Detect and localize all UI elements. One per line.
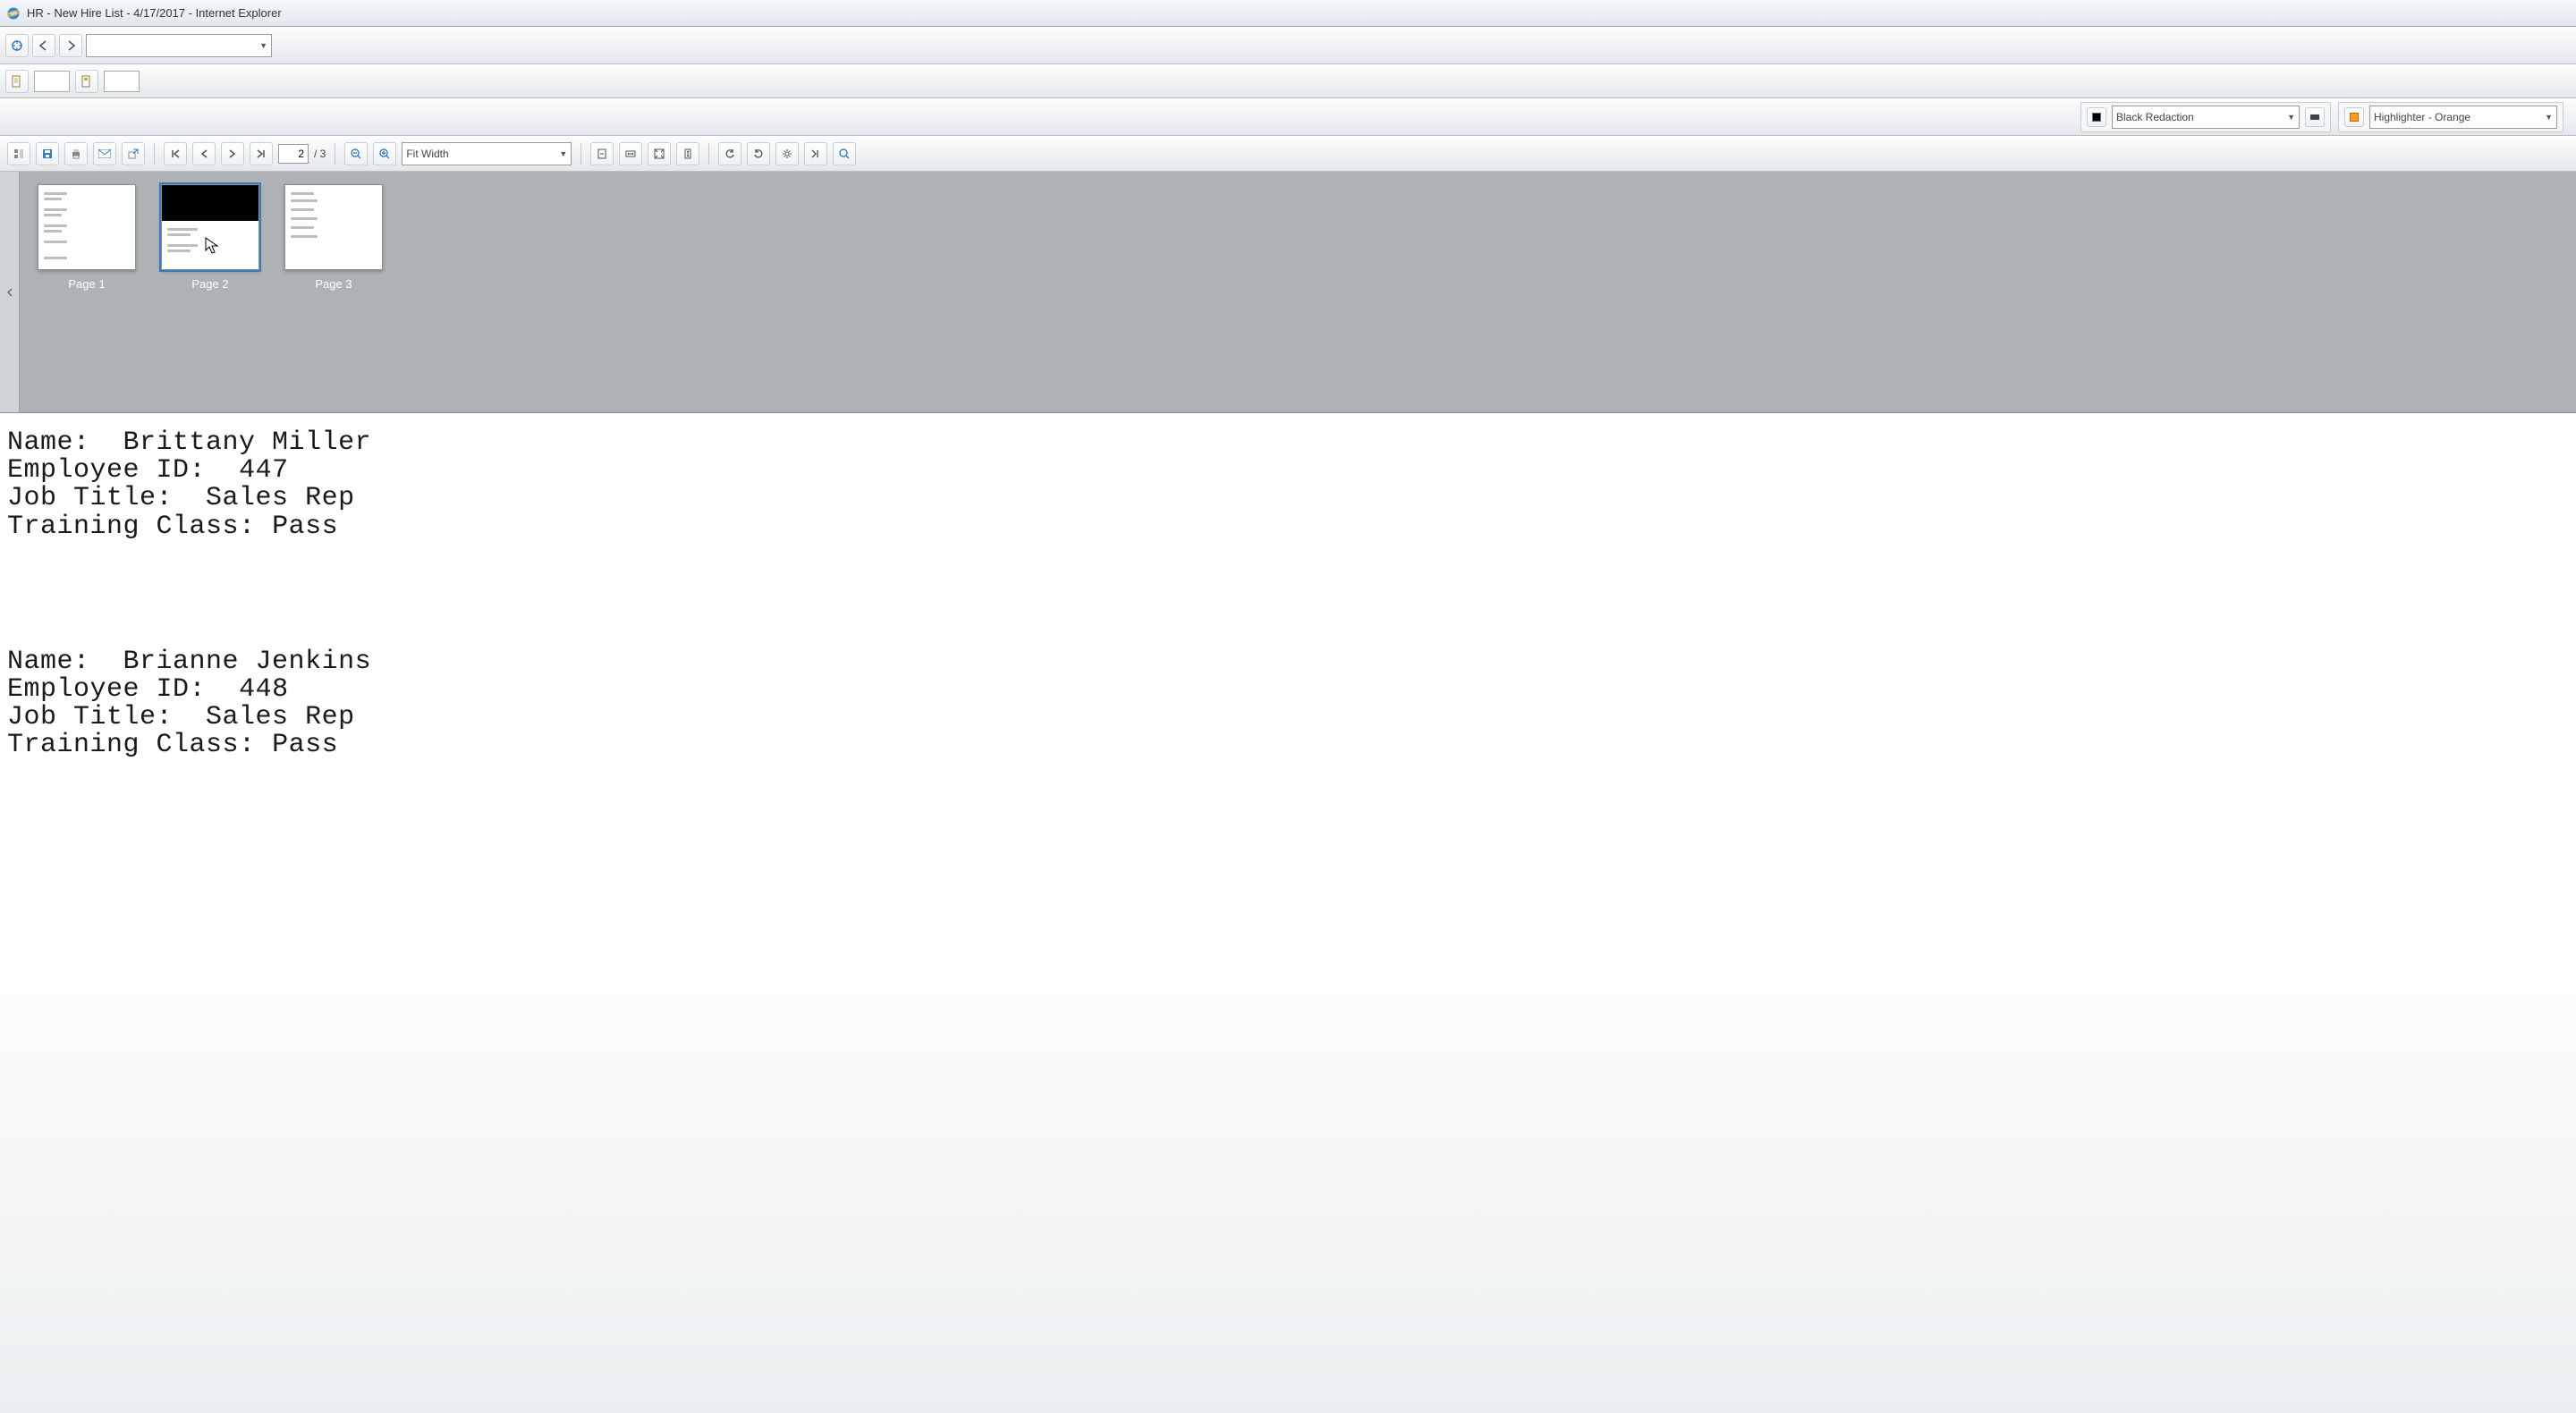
- thumbnail-2-label: Page 2: [191, 277, 228, 291]
- redaction-toolbar: Black Redaction ▼ Highlighter - Orange ▼: [0, 98, 2576, 136]
- thumbnail-1[interactable]: Page 1: [38, 184, 136, 291]
- redaction-group: Black Redaction ▼: [2080, 102, 2331, 132]
- print-button[interactable]: [64, 142, 88, 165]
- zoom-in-button[interactable]: [373, 142, 396, 165]
- fit-width-button[interactable]: [619, 142, 642, 165]
- address-combo[interactable]: ▼: [86, 34, 272, 57]
- nav-toolbar: ▼: [0, 27, 2576, 64]
- document-viewer[interactable]: Name: Brittany Miller Employee ID: 447 J…: [0, 413, 2576, 1413]
- settings-button[interactable]: [775, 142, 799, 165]
- title-label: Job Title:: [7, 483, 173, 513]
- current-page-input[interactable]: [278, 144, 309, 164]
- rotate-right-button[interactable]: [747, 142, 770, 165]
- highlighter-label: Highlighter - Orange: [2374, 111, 2470, 123]
- chevron-down-icon: ▼: [2287, 113, 2295, 122]
- doc-icon-button-2[interactable]: [75, 70, 98, 93]
- highlighter-group: Highlighter - Orange ▼: [2338, 102, 2563, 132]
- name-label: Name:: [7, 647, 90, 677]
- search-button[interactable]: [833, 142, 856, 165]
- redaction-color-swatch[interactable]: [2087, 107, 2106, 127]
- last-page-button[interactable]: [250, 142, 273, 165]
- record-1: Name: Brittany Miller Employee ID: 447 J…: [7, 429, 2569, 541]
- training-value: Pass: [272, 730, 338, 760]
- chevron-down-icon: ▼: [559, 149, 567, 158]
- chevron-down-icon: ▼: [259, 41, 267, 50]
- nav-forward-button[interactable]: [59, 34, 82, 57]
- first-page-button[interactable]: [164, 142, 187, 165]
- window-title: HR - New Hire List - 4/17/2017 - Interne…: [27, 6, 282, 20]
- mail-button[interactable]: [93, 142, 116, 165]
- field-2[interactable]: [104, 71, 140, 92]
- training-value: Pass: [272, 512, 338, 542]
- thumbnail-3-label: Page 3: [315, 277, 352, 291]
- export-button[interactable]: [122, 142, 145, 165]
- next-page-button[interactable]: [221, 142, 244, 165]
- id-label: Employee ID:: [7, 674, 206, 705]
- fit-window-button[interactable]: [648, 142, 671, 165]
- zoom-mode-label: Fit Width: [406, 148, 448, 160]
- training-label: Training Class:: [7, 512, 256, 542]
- fit-height-button[interactable]: [676, 142, 699, 165]
- id-label: Employee ID:: [7, 455, 206, 486]
- separator: [580, 143, 581, 165]
- save-button[interactable]: [36, 142, 59, 165]
- thumbnails: Page 1 Page 2: [20, 172, 401, 303]
- page-count-label: / 3: [314, 148, 326, 160]
- content-area: Page 1 Page 2: [0, 172, 2576, 1413]
- separator: [154, 143, 155, 165]
- window-titlebar: HR - New Hire List - 4/17/2017 - Interne…: [0, 0, 2576, 27]
- home-button[interactable]: [5, 34, 29, 57]
- title-value: Sales Rep: [206, 483, 355, 513]
- redaction-mode-combo[interactable]: Black Redaction ▼: [2112, 106, 2300, 129]
- training-label: Training Class:: [7, 730, 256, 760]
- chevron-down-icon: ▼: [2545, 113, 2553, 122]
- secondary-toolbar: [0, 64, 2576, 98]
- thumbnail-strip: Page 1 Page 2: [0, 172, 2576, 413]
- prev-page-button[interactable]: [192, 142, 216, 165]
- fit-page-button[interactable]: [590, 142, 614, 165]
- app-root: HR - New Hire List - 4/17/2017 - Interne…: [0, 0, 2576, 1413]
- record-2: Name: Brianne Jenkins Employee ID: 448 J…: [7, 648, 2569, 760]
- highlighter-color-swatch[interactable]: [2344, 107, 2364, 127]
- view-toolbar: / 3 Fit Width ▼: [0, 136, 2576, 172]
- separator: [708, 143, 709, 165]
- id-value: 448: [239, 674, 289, 705]
- name-label: Name:: [7, 427, 90, 458]
- rotate-left-button[interactable]: [718, 142, 741, 165]
- thumbnail-2[interactable]: Page 2: [161, 184, 259, 291]
- zoom-out-button[interactable]: [344, 142, 368, 165]
- highlighter-combo[interactable]: Highlighter - Orange ▼: [2369, 106, 2557, 129]
- id-value: 447: [239, 455, 289, 486]
- thumbnail-1-label: Page 1: [68, 277, 105, 291]
- redaction-mode-label: Black Redaction: [2116, 111, 2194, 123]
- title-value: Sales Rep: [206, 702, 355, 732]
- field-1[interactable]: [34, 71, 70, 92]
- toggle-thumbnails-button[interactable]: [7, 142, 30, 165]
- zoom-mode-combo[interactable]: Fit Width ▼: [402, 142, 572, 165]
- name-value: Brianne Jenkins: [123, 647, 372, 677]
- thumbnail-3[interactable]: Page 3: [284, 184, 383, 291]
- name-value: Brittany Miller: [123, 427, 372, 458]
- apply-redaction-button[interactable]: [2305, 107, 2325, 127]
- ie-icon: [5, 5, 21, 21]
- doc-icon-button-1[interactable]: [5, 70, 29, 93]
- title-label: Job Title:: [7, 702, 173, 732]
- collapse-thumbnails-button[interactable]: [0, 172, 20, 412]
- nav-back-button[interactable]: [32, 34, 55, 57]
- goto-end-button[interactable]: [804, 142, 827, 165]
